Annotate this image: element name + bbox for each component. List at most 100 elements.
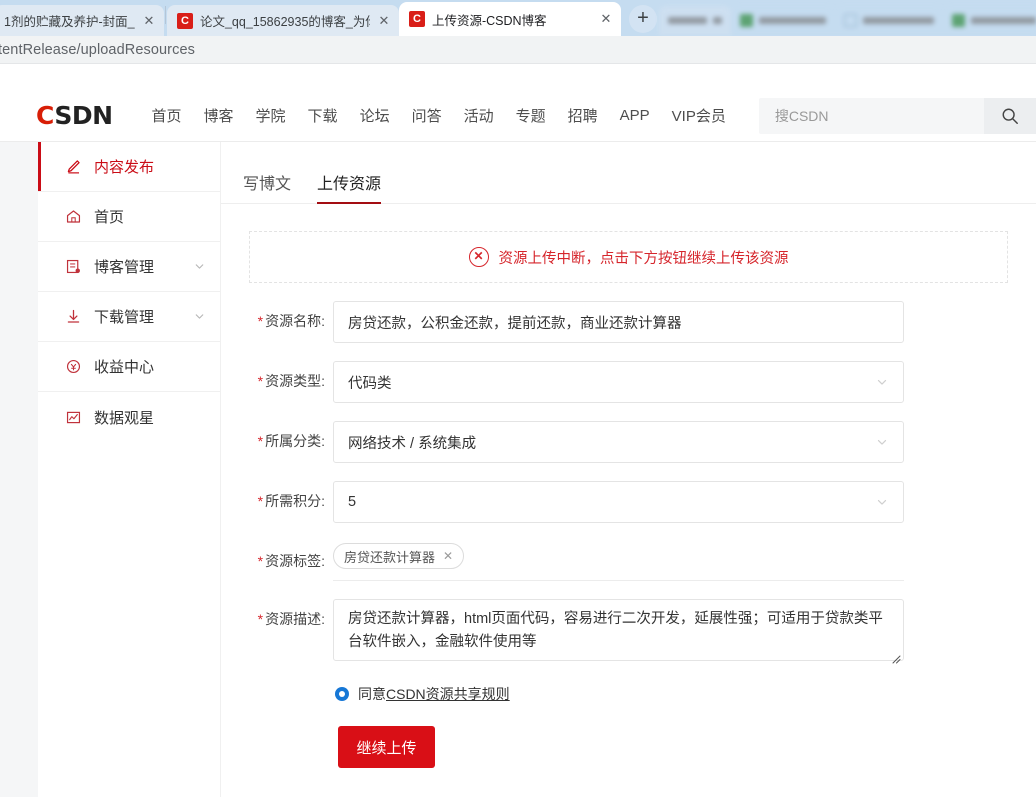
form-row-resource-type: * 资源类型: 代码类: [221, 361, 1036, 403]
error-circle-icon: ✕: [468, 247, 489, 267]
sidebar-item-data-stargazing[interactable]: 数据观星: [38, 392, 220, 442]
sidebar-item-label: 收益中心: [94, 359, 155, 376]
label-text: 所属分类:: [265, 433, 325, 449]
sidebar-item-revenue-center[interactable]: 收益中心: [38, 342, 220, 392]
nav-item-home[interactable]: 首页: [141, 105, 193, 126]
nav-item-app[interactable]: APP: [609, 107, 661, 124]
favicon-icon: [739, 14, 753, 27]
sidebar: 内容发布 首页 博客管理 下载管理 收益中心 数据观星: [38, 142, 220, 797]
agreement-prefix: 同意: [358, 686, 386, 702]
sidebar-item-content-publish[interactable]: 内容发布: [38, 142, 220, 192]
browser-tab-3-active[interactable]: C 上传资源-CSDN博客 ✕: [398, 2, 621, 36]
label-text: 所需积分:: [265, 493, 325, 509]
agreement-checkbox[interactable]: [335, 687, 349, 701]
control-category: 网络技术 / 系统集成: [333, 421, 1036, 463]
form-row-resource-name: * 资源名称:: [221, 301, 1036, 343]
control-required-points: 5: [333, 481, 1036, 523]
label-resource-description: * 资源描述:: [221, 599, 333, 639]
control-resource-type: 代码类: [333, 361, 1036, 403]
download-icon: [64, 307, 83, 326]
resource-description-textarea[interactable]: [333, 599, 904, 661]
category-select[interactable]: 网络技术 / 系统集成: [333, 421, 904, 463]
control-resource-name: [333, 301, 1036, 343]
required-marker: *: [257, 433, 264, 449]
csdn-favicon-icon: C: [408, 11, 425, 27]
nav-item-topic[interactable]: 专题: [505, 105, 557, 126]
browser-tab-2[interactable]: C 论文_qq_15862935的博客_为你 ✕: [166, 5, 399, 36]
money-bag-icon: [64, 357, 83, 376]
chevron-down-icon: [875, 375, 889, 389]
label-resource-type: * 资源类型:: [221, 361, 333, 401]
new-tab-button[interactable]: +: [628, 5, 657, 33]
blog-icon: [64, 257, 83, 276]
label-text: 资源类型:: [265, 373, 325, 389]
upload-resource-form: *资源名称: *资源类型: 代码类: [221, 283, 1036, 768]
tag-chip[interactable]: 房贷还款计算器 ✕: [333, 543, 465, 569]
main-nav: 首页 博客 学院 下载 论坛 问答 活动 专题 招聘 APP VIP会员: [141, 105, 737, 126]
nav-item-college[interactable]: 学院: [245, 105, 297, 126]
agreement-row: 同意CSDN资源共享规则: [335, 684, 1036, 704]
required-marker: *: [257, 373, 264, 389]
label-text: 资源名称:: [265, 313, 325, 329]
site-header: CSDN 首页 博客 学院 下载 论坛 问答 活动 专题 招聘 APP VIP会…: [0, 90, 1036, 142]
nav-item-qa[interactable]: 问答: [401, 105, 453, 126]
control-resource-tags: 房贷还款计算器 ✕: [333, 541, 1036, 581]
resource-name-input[interactable]: [333, 301, 904, 343]
main-content: 写博文 上传资源 ✕ 资源上传中断，点击下方按钮继续上传该资源 *资源名称: *…: [220, 142, 1036, 797]
label-resource-tags: * 资源标签:: [221, 541, 333, 581]
browser-tab-title: 上传资源-CSDN博客: [431, 13, 547, 28]
label-resource-name: * 资源名称:: [221, 301, 333, 341]
home-icon: [64, 207, 83, 226]
sidebar-item-home[interactable]: 首页: [38, 192, 220, 242]
close-icon[interactable]: ✕: [443, 549, 453, 563]
alert-message: 资源上传中断，点击下方按钮继续上传该资源: [498, 250, 789, 267]
search-input[interactable]: [758, 97, 984, 134]
agreement-link[interactable]: CSDN资源共享规则: [386, 686, 510, 702]
resource-type-value: 代码类: [348, 375, 392, 392]
nav-item-blog[interactable]: 博客: [193, 105, 245, 126]
required-marker: *: [257, 553, 264, 569]
blurred-tab-title: [667, 17, 707, 24]
close-icon: [712, 17, 722, 24]
csdn-logo[interactable]: CSDN: [36, 101, 113, 130]
content-tabbar: 写博文 上传资源: [221, 142, 1036, 204]
tab-upload-resource[interactable]: 上传资源: [317, 170, 382, 204]
agreement-text: 同意CSDN资源共享规则: [358, 684, 510, 704]
close-icon[interactable]: ✕: [142, 13, 156, 28]
chevron-down-icon[interactable]: [193, 310, 206, 323]
browser-tab-1[interactable]: 1剂的贮藏及养护-封面_其他 ✕: [0, 5, 164, 36]
search-button[interactable]: [984, 97, 1036, 134]
browser-tab-title: 论文_qq_15862935的博客_为你: [199, 15, 370, 29]
browser-address-bar[interactable]: tentRelease/uploadResources: [0, 36, 1036, 64]
close-icon[interactable]: ✕: [599, 12, 613, 26]
nav-item-forum[interactable]: 论坛: [349, 105, 401, 126]
continue-upload-button[interactable]: 继续上传: [338, 726, 435, 768]
csdn-favicon-icon: C: [176, 12, 193, 29]
browser-tab-title: 1剂的贮藏及养护-封面_其他: [4, 15, 135, 29]
chart-icon: [64, 408, 83, 427]
nav-item-activity[interactable]: 活动: [453, 105, 505, 126]
resource-type-select[interactable]: 代码类: [333, 361, 904, 403]
nav-item-vip[interactable]: VIP会员: [661, 105, 737, 126]
blurred-tab: [834, 5, 943, 36]
blurred-tab: [942, 5, 1036, 36]
close-icon[interactable]: ✕: [377, 13, 391, 28]
tab-write-blog[interactable]: 写博文: [243, 170, 291, 203]
tag-input-area[interactable]: 房贷还款计算器 ✕: [333, 541, 904, 581]
required-points-select[interactable]: 5: [333, 481, 904, 523]
required-marker: *: [257, 493, 264, 509]
textarea-wrapper: [333, 599, 904, 666]
blurred-tab: [658, 5, 731, 36]
chevron-down-icon[interactable]: [193, 260, 206, 273]
tab-divider: [165, 6, 166, 24]
csdn-logo-sdn: SDN: [54, 101, 113, 130]
sidebar-item-download-management[interactable]: 下载管理: [38, 292, 220, 342]
required-points-value: 5: [348, 494, 357, 510]
nav-item-jobs[interactable]: 招聘: [557, 105, 609, 126]
csdn-logo-c: C: [36, 101, 55, 130]
browser-tabstrip: 1剂的贮藏及养护-封面_其他 ✕ C 论文_qq_15862935的博客_为你 …: [0, 0, 1036, 36]
upload-interrupt-alert: ✕ 资源上传中断，点击下方按钮继续上传该资源: [249, 231, 1008, 283]
nav-item-download[interactable]: 下载: [297, 105, 349, 126]
sidebar-item-blog-management[interactable]: 博客管理: [38, 242, 220, 292]
blurred-tab-title: [862, 17, 934, 24]
